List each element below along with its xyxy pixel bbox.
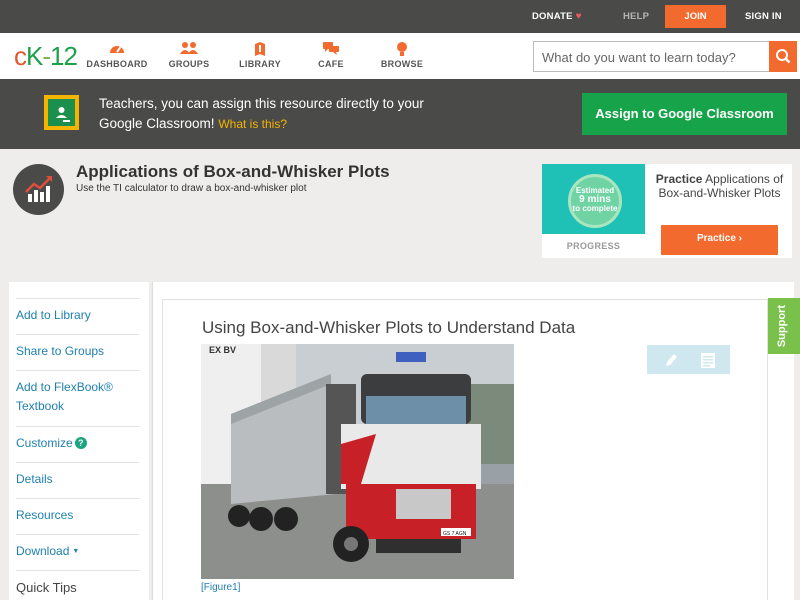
download-label: Download <box>16 544 70 558</box>
support-label: Support <box>776 305 788 348</box>
content-tools <box>647 345 730 374</box>
nav-browse-label: BROWSE <box>380 59 424 69</box>
progress-label: PROGRESS <box>566 241 621 251</box>
page-title: Applications of Box-and-Whisker Plots <box>76 162 390 181</box>
help-icon[interactable]: ? <box>74 437 87 449</box>
sidebar-item-customize[interactable]: Customize? <box>16 426 139 453</box>
sign-in-link[interactable]: SIGN IN <box>745 11 782 22</box>
donate-link[interactable]: DONATE ♥ <box>532 11 582 22</box>
ck12-logo[interactable]: cK-12 <box>14 41 78 72</box>
truck-photo: EX BV GS 7 AGN <box>201 344 514 579</box>
caret-down-icon: ▼ <box>72 548 80 555</box>
sidebar: Add to Library Share to Groups Add to Fl… <box>9 282 149 600</box>
logo-c: c <box>14 41 27 71</box>
library-icon <box>225 41 295 59</box>
practice-bold: Practice <box>655 172 703 186</box>
sidebar-item-resources[interactable]: Resources <box>16 498 139 525</box>
search-button[interactable] <box>769 41 797 72</box>
content-title: Using Box-and-Whisker Plots to Understan… <box>202 318 576 337</box>
sidebar-divider <box>16 570 139 571</box>
google-classroom-banner: Teachers, you can assign this resource d… <box>0 79 800 149</box>
pencil-icon[interactable] <box>661 350 681 370</box>
dashboard-icon <box>82 41 152 59</box>
logo-12: 12 <box>50 41 78 71</box>
practice-progress-image: Estimated 9 mins to complete <box>542 164 645 234</box>
customize-label: Customize <box>16 436 73 450</box>
logo-k: K <box>26 41 43 71</box>
practice-widget: Estimated 9 mins to complete PROGRESS Pr… <box>542 164 792 258</box>
sidebar-item-details[interactable]: Details <box>16 462 139 489</box>
classroom-message: Teachers, you can assign this resource d… <box>99 94 459 134</box>
search-input[interactable]: What do you want to learn today? <box>533 41 770 72</box>
help-link[interactable]: HELP <box>623 11 649 22</box>
join-button[interactable]: JOIN <box>665 5 726 28</box>
main-nav: cK-12 DASHBOARD GROUPS LIBRARY CAFE BROW… <box>0 33 800 79</box>
google-classroom-icon <box>44 95 79 130</box>
heart-icon: ♥ <box>575 11 582 22</box>
cafe-icon <box>296 41 366 59</box>
practice-description: Practice Applications of Box-and-Whisker… <box>652 172 787 200</box>
sidebar-item-share-to-groups[interactable]: Share to Groups <box>16 334 139 361</box>
nav-cafe-label: CAFE <box>318 59 344 69</box>
browse-icon <box>367 41 437 59</box>
estimated-mins: 9 mins <box>579 194 611 205</box>
top-bar: DONATE ♥ HELP JOIN SIGN IN <box>0 0 800 33</box>
sidebar-item-add-to-library[interactable]: Add to Library <box>16 298 139 325</box>
nav-dashboard[interactable]: DASHBOARD <box>82 41 152 69</box>
practice-button[interactable]: Practice › <box>661 225 778 255</box>
nav-dashboard-label: DASHBOARD <box>86 59 148 69</box>
license-plate-text: GS 7 AGN <box>443 531 467 537</box>
estimated-time-badge: Estimated 9 mins to complete <box>568 174 622 228</box>
sidebar-item-download[interactable]: Download ▼ <box>16 534 139 561</box>
groups-icon <box>154 41 224 59</box>
nav-groups[interactable]: GROUPS <box>154 41 224 69</box>
figure-caption[interactable]: [Figure1] <box>201 582 240 593</box>
page-subtitle: Use the TI calculator to draw a box-and-… <box>76 183 307 194</box>
to-complete-label: to complete <box>572 204 618 213</box>
assign-to-google-classroom-button[interactable]: Assign to Google Classroom <box>582 93 787 135</box>
support-tab[interactable]: Support <box>768 298 800 354</box>
sidebar-item-add-to-flexbook[interactable]: Add to FlexBook® Textbook <box>16 370 139 416</box>
donate-label: DONATE <box>532 11 573 22</box>
concept-chart-icon <box>13 164 64 215</box>
chevron-right-icon: › <box>738 233 743 244</box>
photo-sign-text: EX BV <box>209 345 236 355</box>
nav-cafe[interactable]: CAFE <box>296 41 366 69</box>
nav-library-label: LIBRARY <box>239 59 281 69</box>
practice-button-label: Practice <box>696 233 736 244</box>
what-is-this-link[interactable]: What is this? <box>218 117 287 131</box>
search-icon <box>776 49 791 64</box>
nav-browse[interactable]: BROWSE <box>367 41 437 69</box>
nav-groups-label: GROUPS <box>168 59 210 69</box>
quick-tips-heading: Quick Tips <box>16 580 77 595</box>
logo-dash: - <box>42 41 51 71</box>
nav-library[interactable]: LIBRARY <box>225 41 295 69</box>
notes-icon[interactable] <box>699 350 717 370</box>
